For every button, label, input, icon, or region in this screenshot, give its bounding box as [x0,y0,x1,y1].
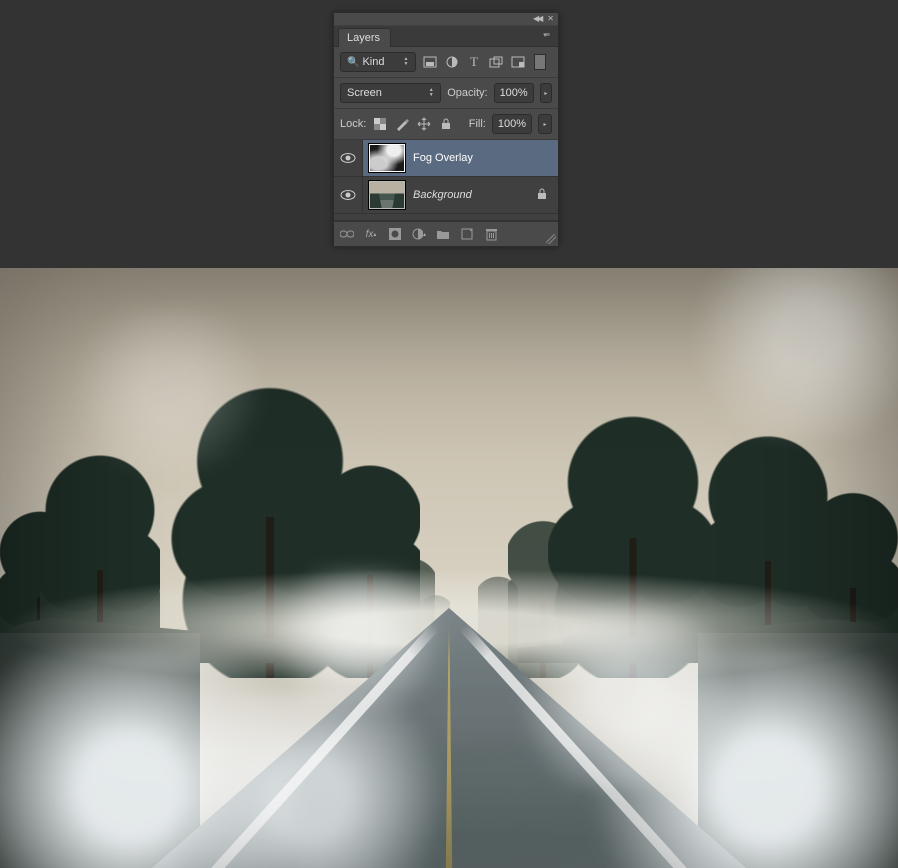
filter-pixel-icon[interactable] [422,54,438,70]
layer-thumbnail[interactable] [369,181,405,209]
layer-item[interactable]: Fog Overlay [334,140,558,177]
fill-label: Fill: [469,118,486,130]
lock-icon[interactable] [536,188,548,203]
blend-row: Screen ▲▼ Opacity: 100% ▸ [334,78,558,109]
collapse-icon[interactable]: ◀◀ [533,15,541,23]
lock-row: Lock: Fill: 100% ▸ [334,109,558,140]
layer-filter-row: 🔍 Kind ▲▼ T [334,47,558,78]
filter-kind-dropdown[interactable]: 🔍 Kind ▲▼ [340,52,416,72]
tab-layers[interactable]: Layers [338,28,391,47]
mask-icon[interactable] [388,227,402,241]
layer-name[interactable]: Fog Overlay [413,152,473,164]
lock-pixels-icon[interactable] [394,116,410,132]
blend-mode-dropdown[interactable]: Screen ▲▼ [340,83,441,103]
blend-mode-value: Screen [347,87,382,99]
eye-icon [340,189,356,201]
panel-menu-icon[interactable]: ▾≡ [538,29,554,41]
lock-position-icon[interactable] [416,116,432,132]
resize-grip[interactable] [546,234,556,244]
canvas-image [0,268,898,868]
trash-icon[interactable] [484,227,498,241]
layer-item[interactable]: Background [334,177,558,214]
adjustment-icon[interactable]: ▴ [412,227,426,241]
lock-label: Lock: [340,118,366,130]
lock-transparent-icon[interactable] [372,116,388,132]
filter-kind-label: Kind [362,56,384,68]
filter-adjust-icon[interactable] [444,54,460,70]
layers-panel: ◀◀ ✕ Layers ▾≡ 🔍 Kind ▲▼ T Screen ▲▼ [333,12,559,247]
panel-tabbar: Layers ▾≡ [334,26,558,47]
filter-shape-icon[interactable] [488,54,504,70]
opacity-input[interactable]: 100% [494,83,534,103]
layers-list: Fog Overlay Background [334,140,558,221]
filter-type-icon[interactable]: T [466,54,482,70]
fill-input[interactable]: 100% [492,114,532,134]
layer-thumbnail[interactable] [369,144,405,172]
visibility-toggle[interactable] [334,177,363,213]
layers-bottom-bar: fx▴ ▴ [334,221,558,246]
lock-all-icon[interactable] [438,116,454,132]
filter-smart-icon[interactable] [510,54,526,70]
link-layers-icon[interactable] [340,227,354,241]
search-icon: 🔍 [347,57,359,68]
close-icon[interactable]: ✕ [547,15,554,23]
opacity-flyout-icon[interactable]: ▸ [540,83,552,103]
new-layer-icon[interactable] [460,227,474,241]
fx-icon[interactable]: fx▴ [364,227,378,241]
panel-titlebar[interactable]: ◀◀ ✕ [334,13,558,26]
fill-flyout-icon[interactable]: ▸ [538,114,552,134]
eye-icon [340,152,356,164]
opacity-label: Opacity: [447,87,487,99]
visibility-toggle[interactable] [334,140,363,176]
layer-name[interactable]: Background [413,189,472,201]
filter-toggle[interactable] [534,54,546,70]
group-icon[interactable] [436,227,450,241]
